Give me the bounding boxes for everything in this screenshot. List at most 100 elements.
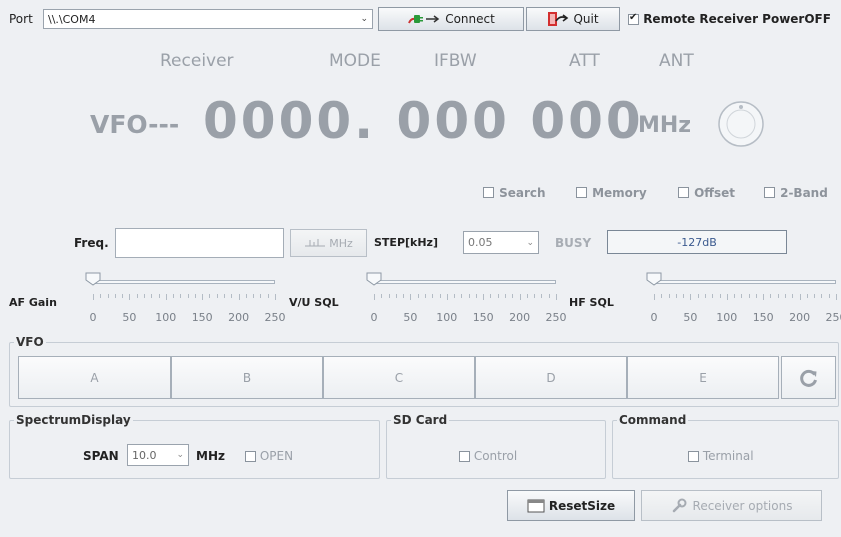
slider-tick: [180, 294, 182, 298]
slider-tick: [821, 294, 823, 298]
vfo-refresh-button[interactable]: [781, 356, 836, 399]
slider-tick: [654, 294, 655, 300]
slider-tick: [432, 294, 434, 298]
slider-tick: [763, 294, 765, 300]
slider-scale-label: 250: [825, 311, 841, 324]
slider-tick: [224, 294, 226, 298]
slider-tick: [202, 294, 204, 300]
ifbw-header[interactable]: IFBW: [434, 51, 477, 71]
step-select[interactable]: 0.05 ⌄: [463, 231, 539, 254]
quit-label: Quit: [573, 12, 599, 26]
receiver-header: Receiver: [160, 51, 234, 71]
slider-track[interactable]: [654, 280, 836, 284]
slider-tick: [468, 294, 470, 298]
slider-tick: [512, 294, 514, 298]
vfo-e-button[interactable]: E: [627, 356, 779, 399]
slider-thumb[interactable]: [646, 272, 662, 286]
connect-label: Connect: [445, 12, 495, 26]
slider-thumb[interactable]: [366, 272, 382, 286]
refresh-icon: [799, 369, 817, 387]
port-select[interactable]: \\.\COM4 ⌄: [43, 9, 373, 29]
remote-power-option[interactable]: Remote Receiver PowerOFF: [628, 12, 831, 26]
mode-header[interactable]: MODE: [329, 51, 381, 71]
remote-power-checkbox[interactable]: [628, 12, 639, 25]
freq-input[interactable]: [115, 228, 284, 258]
af-gain-slider[interactable]: 0 50 100 150 200 250: [85, 270, 286, 330]
sd-control-label: Control: [473, 449, 518, 463]
slider-tick: [690, 294, 692, 300]
vfo-b-button[interactable]: B: [171, 356, 323, 399]
hf-sql-slider[interactable]: 0 50 100 150 200 250: [646, 270, 841, 330]
slider-scale-label: 0: [370, 311, 378, 324]
reset-size-button[interactable]: ResetSize: [507, 490, 635, 521]
vfo-c-button[interactable]: C: [323, 356, 475, 399]
slider-scale-label: 250: [264, 311, 286, 324]
slider-tick: [497, 294, 499, 298]
search-option[interactable]: Search: [483, 182, 546, 201]
slider-tick: [726, 294, 728, 300]
slider-tick: [792, 294, 794, 298]
two-band-label: 2-Band: [780, 186, 828, 200]
slider-tick: [165, 294, 167, 300]
slider-tick: [719, 294, 721, 298]
att-header[interactable]: ATT: [569, 51, 600, 71]
chevron-down-icon: ⌄: [526, 237, 534, 248]
remote-power-label: Remote Receiver PowerOFF: [643, 12, 831, 26]
slider-tick: [785, 294, 787, 298]
slider-tick: [741, 294, 743, 298]
search-checkbox[interactable]: [483, 187, 494, 198]
slider-tick: [541, 294, 543, 298]
freq-label: Freq.: [74, 236, 109, 250]
slider-scale-label: 150: [472, 311, 494, 324]
slider-tick: [799, 294, 801, 300]
reset-size-label: ResetSize: [548, 498, 616, 513]
terminal-option[interactable]: Terminal: [688, 449, 754, 463]
slider-tick: [173, 294, 175, 298]
connect-button[interactable]: Connect: [378, 7, 524, 31]
slider-tick: [107, 294, 109, 298]
offset-checkbox[interactable]: [678, 187, 689, 198]
vfo-d-button[interactable]: D: [475, 356, 627, 399]
memory-option[interactable]: Memory: [576, 182, 647, 201]
memory-checkbox[interactable]: [576, 187, 587, 198]
receiver-options-button[interactable]: Receiver options: [641, 490, 822, 521]
slider-tick: [475, 294, 477, 298]
slider-tick: [209, 294, 211, 298]
slider-tick: [267, 294, 269, 298]
tuning-knob-icon[interactable]: [715, 98, 771, 150]
slider-scale-label: 50: [122, 311, 137, 324]
offset-option[interactable]: Offset: [678, 182, 735, 201]
two-band-checkbox[interactable]: [764, 187, 775, 198]
sd-control-option[interactable]: Control: [459, 449, 517, 463]
open-option[interactable]: OPEN: [245, 449, 293, 463]
vfo-a-button[interactable]: A: [18, 356, 171, 399]
span-select[interactable]: 10.0 ⌄: [127, 444, 189, 466]
two-band-option[interactable]: 2-Band: [764, 182, 828, 201]
slider-ticks: [374, 294, 557, 300]
span-select-value: 10.0: [132, 448, 157, 462]
open-label: OPEN: [259, 449, 294, 463]
vu-sql-slider[interactable]: 0 50 100 150 200 250: [366, 270, 567, 330]
hf-sql-label: HF SQL: [569, 296, 614, 309]
slider-thumb[interactable]: [85, 272, 101, 286]
slider-tick: [836, 294, 837, 300]
sd-control-checkbox[interactable]: [459, 451, 470, 462]
slider-tick: [446, 294, 448, 300]
slider-track[interactable]: [374, 280, 556, 284]
memory-label: Memory: [592, 186, 647, 200]
slider-track[interactable]: [93, 280, 275, 284]
slider-tick: [388, 294, 390, 298]
ant-header[interactable]: ANT: [659, 51, 694, 71]
mhz-button[interactable]: MHz: [290, 229, 367, 257]
slider-tick: [260, 294, 262, 298]
slider-scale-label: 200: [228, 311, 250, 324]
slider-tick: [238, 294, 240, 300]
terminal-checkbox[interactable]: [688, 451, 699, 462]
slider-tick: [114, 294, 116, 298]
port-label: Port: [9, 12, 33, 26]
open-checkbox[interactable]: [245, 451, 256, 462]
slider-tick: [770, 294, 772, 298]
slider-tick: [100, 294, 102, 298]
quit-button[interactable]: Quit: [526, 7, 620, 31]
slider-tick: [403, 294, 405, 298]
